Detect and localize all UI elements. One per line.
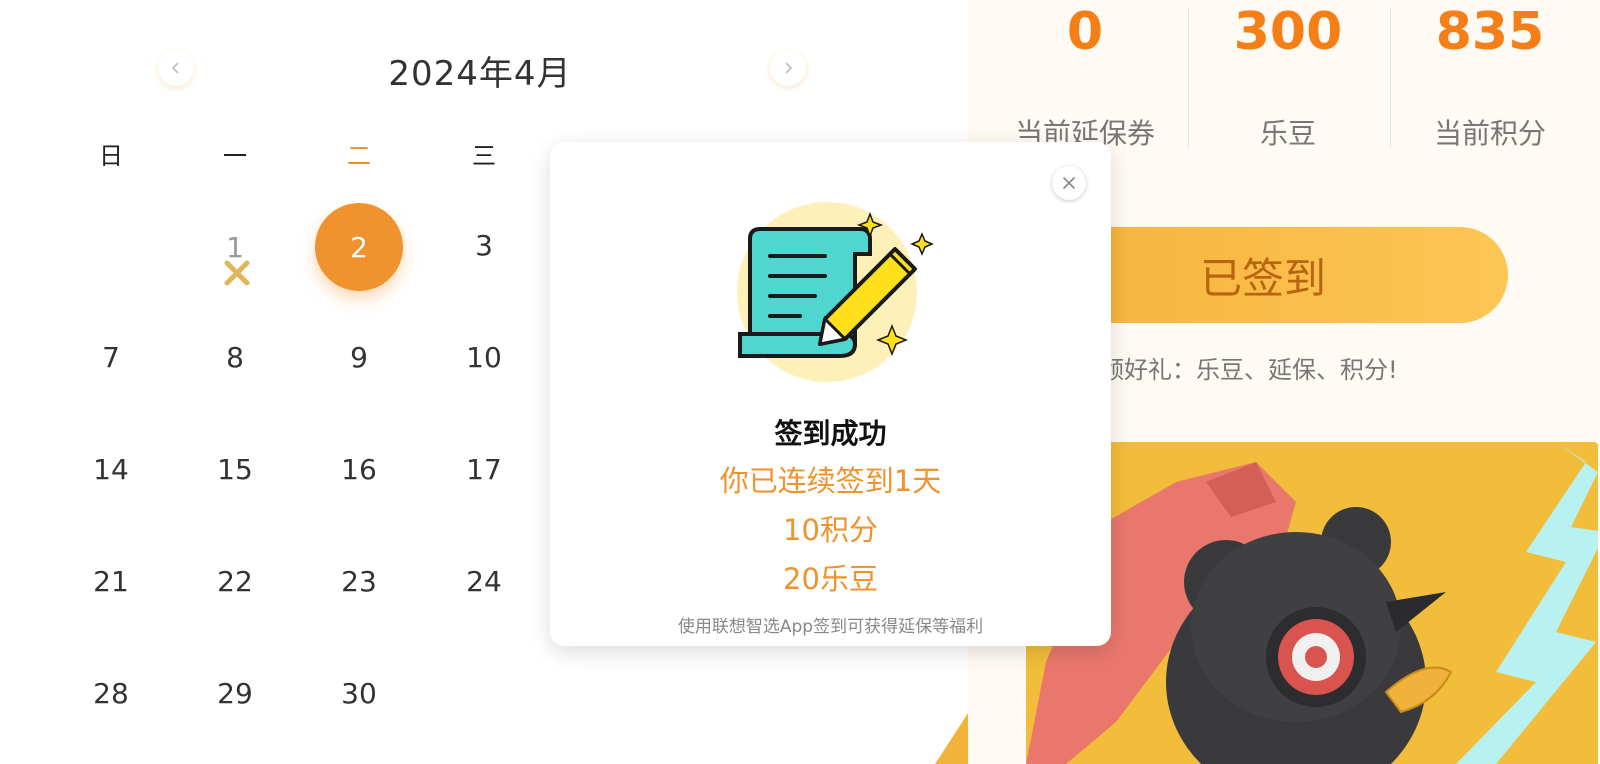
- weekday-label: 一: [223, 142, 247, 170]
- signin-success-dialog: 签到成功 你已连续签到1天 10积分 20乐豆 使用联想智选App签到可获得延保…: [550, 142, 1111, 646]
- calendar-day[interactable]: 21: [66, 536, 156, 626]
- points-reward: 10积分: [783, 513, 878, 547]
- calendar-day-today[interactable]: 2: [314, 202, 404, 292]
- calendar-day[interactable]: 29: [190, 648, 280, 738]
- calendar-day[interactable]: 23: [314, 536, 404, 626]
- calendar-title: 2024年4月: [388, 54, 572, 94]
- stat-warranty-coupons: 0 当前延保券: [985, 0, 1185, 150]
- calendar-day[interactable]: 17: [439, 424, 529, 514]
- calendar-day[interactable]: 7: [66, 312, 156, 402]
- stat-points: 835 当前积分: [1390, 0, 1590, 150]
- calendar-day[interactable]: 8: [190, 312, 280, 402]
- stat-value: 835: [1435, 2, 1545, 62]
- mascot-banner[interactable]: [1026, 442, 1598, 764]
- calendar-day[interactable]: 28: [66, 648, 156, 738]
- stat-label: 乐豆: [1259, 117, 1316, 150]
- scroll-pencil-icon: [737, 202, 934, 382]
- streak-text: 你已连续签到1天: [719, 464, 942, 498]
- close-icon: [1063, 177, 1075, 189]
- calendar-header: 2024年4月: [0, 38, 968, 94]
- calendar-day[interactable]: 16: [314, 424, 404, 514]
- stat-beans: 300 乐豆: [1188, 0, 1388, 150]
- dialog-footnote: 使用联想智选App签到可获得延保等福利: [677, 617, 984, 637]
- calendar-day[interactable]: 14: [66, 424, 156, 514]
- calendar-day[interactable]: 15: [190, 424, 280, 514]
- signin-tip: 签到可领好礼：乐豆、延保、积分!: [1028, 356, 1398, 384]
- calendar-day[interactable]: 9: [314, 312, 404, 402]
- decoration-corner: [935, 710, 970, 764]
- stat-value: 300: [1233, 2, 1343, 62]
- calendar-day[interactable]: 22: [190, 536, 280, 626]
- weekday-label: 三: [472, 142, 496, 170]
- mascot-illustration: [1026, 442, 1598, 764]
- stat-label: 当前积分: [1433, 117, 1546, 150]
- cross-icon: [224, 260, 250, 286]
- chevron-left-icon: [171, 62, 179, 74]
- calendar-day[interactable]: 10: [439, 312, 529, 402]
- next-month-button[interactable]: [770, 50, 806, 86]
- dialog-title: 签到成功: [774, 417, 887, 450]
- today-marker: 2: [315, 203, 403, 291]
- weekday-label: 日: [99, 142, 123, 170]
- chevron-right-icon: [785, 62, 793, 74]
- calendar-day[interactable]: 3: [439, 200, 529, 290]
- calendar-day[interactable]: 24: [439, 536, 529, 626]
- prev-month-button[interactable]: [158, 50, 194, 86]
- close-button[interactable]: [1052, 166, 1086, 200]
- weekday-label-today: 二: [347, 142, 371, 170]
- beans-reward: 20乐豆: [783, 562, 878, 596]
- stat-value: 0: [1066, 2, 1104, 62]
- calendar-day[interactable]: 30: [314, 648, 404, 738]
